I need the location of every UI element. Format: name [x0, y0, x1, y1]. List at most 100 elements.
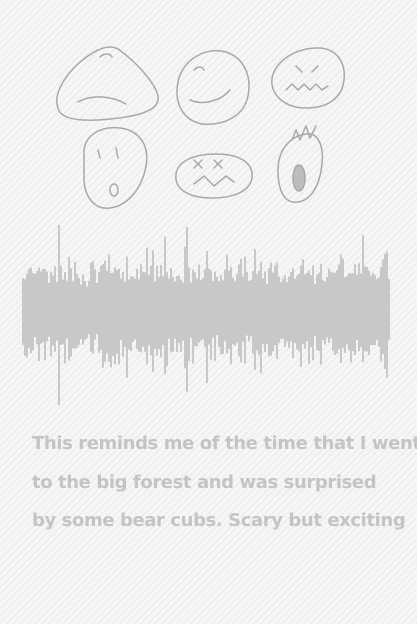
waveform-bar	[64, 272, 66, 364]
waveform-bar	[322, 280, 324, 341]
waveform-bar	[310, 275, 312, 347]
waveform-bar	[308, 270, 310, 364]
waveform-bar	[180, 279, 182, 352]
waveform-bar	[132, 276, 134, 342]
waveform-bar	[74, 261, 76, 349]
shocked-face-icon	[83, 126, 148, 209]
waveform-bar	[266, 284, 268, 345]
waveform-bar	[120, 278, 122, 341]
waveform-bar	[110, 272, 112, 368]
waveform-bar	[272, 272, 274, 352]
waveform-bar	[224, 269, 226, 341]
waveform-bar	[334, 272, 336, 355]
waveform-bar	[188, 267, 190, 362]
waveform-bar	[204, 269, 206, 348]
waveform-bar	[154, 281, 156, 349]
waveform-bar	[326, 276, 328, 338]
waveform-bar	[54, 266, 56, 352]
waveform-bar	[348, 273, 350, 351]
waveform-bar	[68, 256, 70, 361]
waveform-bar	[388, 278, 390, 340]
waveform-bar	[108, 254, 110, 362]
waveform-bar	[136, 268, 138, 350]
waveform-bar	[156, 265, 158, 356]
waveform-bar	[192, 269, 194, 364]
waveform-bar	[186, 227, 188, 392]
waveform-bar	[142, 271, 144, 347]
waveform-bar	[240, 258, 242, 363]
waveform-bar	[114, 267, 116, 365]
waveform-bar	[274, 265, 276, 346]
waveform-bar	[50, 271, 52, 357]
waveform-bar	[26, 273, 28, 358]
waveform-bar	[350, 273, 352, 363]
waveform-bar	[94, 269, 96, 340]
waveform-bar	[316, 274, 318, 350]
waveform-bar	[84, 281, 86, 340]
waveform-bar	[356, 274, 358, 341]
waveform-bar	[236, 274, 238, 343]
waveform-bar	[130, 275, 132, 352]
waveform-bar	[362, 235, 364, 363]
waveform-bar	[178, 275, 180, 343]
waveform-bar	[212, 280, 214, 338]
waveform-bar	[66, 280, 68, 339]
waveform-bar	[150, 265, 152, 356]
waveform-bar	[228, 270, 230, 349]
waveform-bar	[344, 277, 346, 353]
waveform-bar	[376, 278, 378, 341]
waveform-bar	[280, 281, 282, 340]
waveform-bar	[352, 273, 354, 352]
waveform-bar	[126, 256, 128, 378]
waveform-bar	[196, 278, 198, 347]
waveform-bar	[34, 274, 36, 338]
waveform-bar	[382, 259, 384, 355]
waveform-bar	[60, 266, 62, 345]
waveform-bar	[184, 246, 186, 369]
waveform-bar	[100, 265, 102, 350]
waveform-bar	[332, 272, 334, 351]
waveform-bar	[284, 275, 286, 347]
waveform-bar	[358, 263, 360, 352]
waveform-bar	[202, 277, 204, 340]
waveform-bar	[276, 262, 278, 359]
waveform-bar	[374, 274, 376, 346]
waveform-bar	[216, 276, 218, 336]
waveform-bar	[230, 266, 232, 365]
waveform-bar	[380, 267, 382, 362]
waveform-bar	[354, 264, 356, 356]
waveform-bar	[364, 266, 366, 352]
waveform-bar	[148, 274, 150, 346]
waveform-bar	[122, 271, 124, 357]
caption-line: to the big forest and was surprised	[32, 471, 377, 493]
angry-face-icon	[271, 47, 345, 109]
waveform-bar	[200, 279, 202, 341]
screaming-face-icon	[277, 125, 324, 203]
dizzy-face-icon	[175, 153, 253, 199]
waveform-bar	[338, 264, 340, 350]
waveform-bar	[96, 282, 98, 334]
waveform-bar	[172, 276, 174, 352]
waveform-bar	[88, 280, 90, 335]
waveform-bar	[146, 247, 148, 365]
waveform-bar	[140, 264, 142, 353]
waveform-bar	[76, 273, 78, 348]
waveform-bar	[214, 271, 216, 361]
waveform-bar	[282, 278, 284, 339]
waveform-bar	[328, 268, 330, 343]
caption-text: This reminds me of the time that I went …	[32, 425, 417, 541]
waveform-bar	[198, 264, 200, 343]
waveform-bar	[28, 268, 30, 348]
waveform-bar	[290, 272, 292, 342]
waveform-bar	[248, 280, 250, 342]
waveform-bar	[182, 282, 184, 341]
waveform-bar	[256, 274, 258, 351]
waveform-bar	[82, 274, 84, 345]
waveform-bar	[324, 281, 326, 345]
waveform-bar	[208, 268, 210, 345]
waveform-bar	[244, 256, 246, 364]
waveform-bar	[314, 284, 316, 336]
waveform-bar	[340, 254, 342, 364]
face-sketches	[56, 46, 345, 209]
waveform-bar	[346, 276, 348, 345]
